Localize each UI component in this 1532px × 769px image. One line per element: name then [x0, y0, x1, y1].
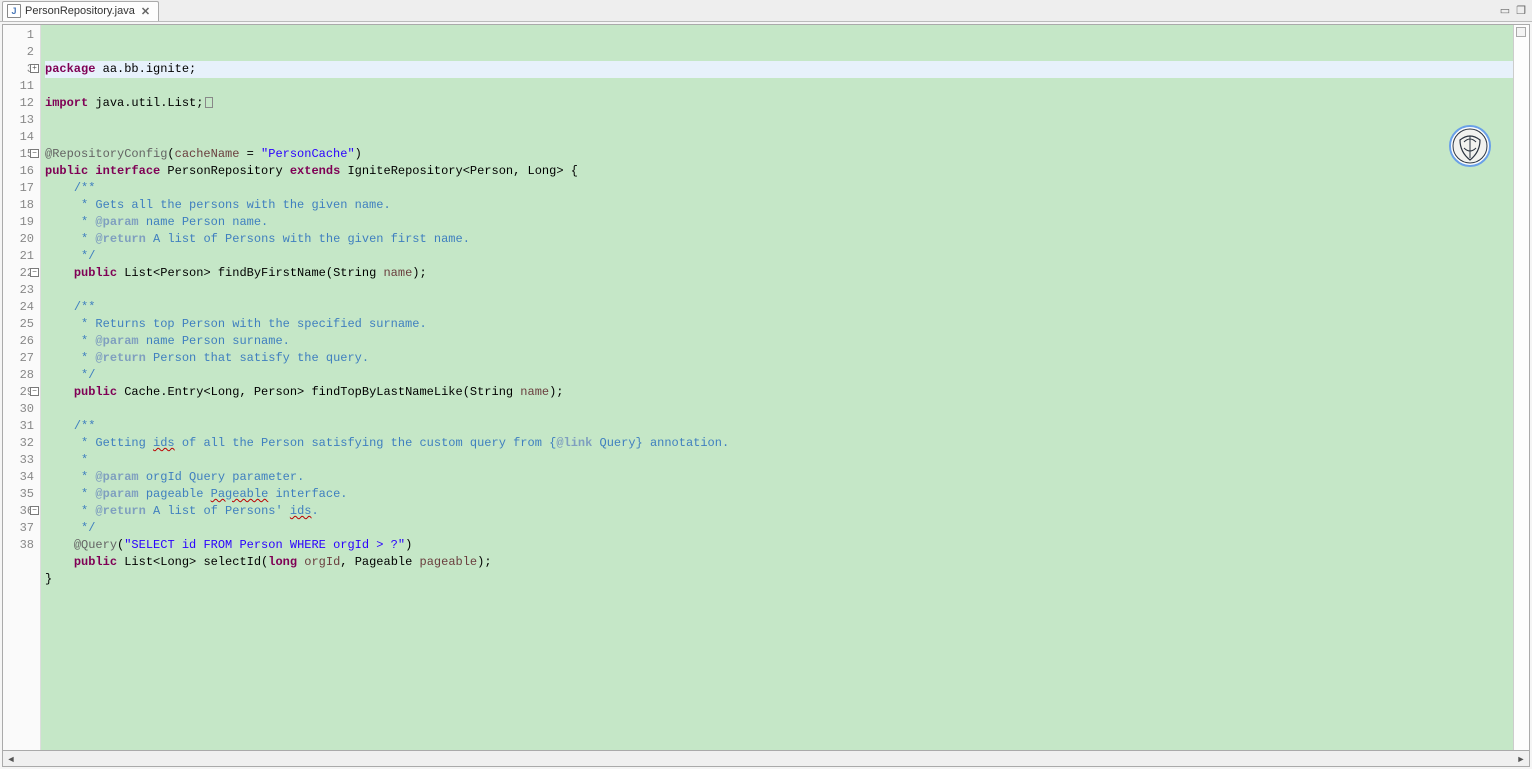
fold-expand-icon[interactable]: +	[30, 64, 39, 73]
code-line[interactable]	[45, 78, 1513, 95]
code-line[interactable]: public List<Long> selectId(long orgId, P…	[45, 554, 1513, 571]
code-line[interactable]: *	[45, 452, 1513, 469]
code-line[interactable]	[45, 129, 1513, 146]
line-number: 14	[3, 129, 34, 146]
line-number: 25	[3, 316, 34, 333]
overview-ruler-indicator	[1516, 27, 1526, 37]
line-number: 34	[3, 469, 34, 486]
code-line[interactable]: */	[45, 248, 1513, 265]
horizontal-scrollbar[interactable]: ◄ ►	[2, 751, 1530, 767]
line-number: 3+	[3, 61, 34, 78]
line-number: 17	[3, 180, 34, 197]
code-line[interactable]: public interface PersonRepository extend…	[45, 163, 1513, 180]
tab-personrepository[interactable]: J PersonRepository.java ✕	[2, 1, 159, 21]
code-line[interactable]: * @return A list of Persons with the giv…	[45, 231, 1513, 248]
line-number: 32	[3, 435, 34, 452]
line-number: 23	[3, 282, 34, 299]
profile-avatar-icon[interactable]	[1449, 125, 1491, 167]
code-line[interactable]: /**	[45, 180, 1513, 197]
line-number: 22−	[3, 265, 34, 282]
code-line[interactable]	[45, 112, 1513, 129]
line-number: 33	[3, 452, 34, 469]
code-line[interactable]: * @param pageable Pageable interface.	[45, 486, 1513, 503]
code-line[interactable]: public List<Person> findByFirstName(Stri…	[45, 265, 1513, 282]
line-number: 36−	[3, 503, 34, 520]
code-line[interactable]: @RepositoryConfig(cacheName = "PersonCac…	[45, 146, 1513, 163]
line-number: 31	[3, 418, 34, 435]
code-line[interactable]: }	[45, 571, 1513, 588]
code-line[interactable]: public Cache.Entry<Long, Person> findTop…	[45, 384, 1513, 401]
code-line[interactable]	[45, 282, 1513, 299]
line-number: 24	[3, 299, 34, 316]
line-number: 28	[3, 367, 34, 384]
java-file-icon: J	[7, 4, 21, 18]
code-line[interactable]: /**	[45, 299, 1513, 316]
line-number: 35	[3, 486, 34, 503]
line-number: 38	[3, 537, 34, 554]
minimize-icon[interactable]: ▭	[1500, 4, 1510, 17]
code-line[interactable]: * @param name Person surname.	[45, 333, 1513, 350]
line-number: 1	[3, 27, 34, 44]
code-line[interactable]: /**	[45, 418, 1513, 435]
folded-region-icon[interactable]	[205, 97, 213, 108]
maximize-icon[interactable]: ❐	[1516, 4, 1526, 17]
fold-collapse-icon[interactable]: −	[30, 387, 39, 396]
line-number: 27	[3, 350, 34, 367]
editor-tabbar: J PersonRepository.java ✕ ▭ ❐	[0, 0, 1532, 22]
code-line[interactable]	[45, 401, 1513, 418]
line-number-gutter: 123+1112131415−16171819202122−2324252627…	[3, 25, 41, 750]
close-tab-icon[interactable]: ✕	[139, 5, 152, 18]
line-number: 29−	[3, 384, 34, 401]
code-line[interactable]: @Query("SELECT id FROM Person WHERE orgI…	[45, 537, 1513, 554]
tabbar-actions: ▭ ❐	[1500, 4, 1532, 17]
line-number: 13	[3, 112, 34, 129]
line-number: 12	[3, 95, 34, 112]
code-line[interactable]: package aa.bb.ignite;	[45, 61, 1513, 78]
code-line[interactable]: * @param name Person name.	[45, 214, 1513, 231]
code-line[interactable]: * Gets all the persons with the given na…	[45, 197, 1513, 214]
code-line[interactable]: */	[45, 520, 1513, 537]
fold-collapse-icon[interactable]: −	[30, 149, 39, 158]
line-number: 20	[3, 231, 34, 248]
line-number: 26	[3, 333, 34, 350]
code-line[interactable]: * Returns top Person with the specified …	[45, 316, 1513, 333]
fold-collapse-icon[interactable]: −	[30, 268, 39, 277]
code-line[interactable]: * @return A list of Persons' ids.	[45, 503, 1513, 520]
code-area[interactable]: package aa.bb.ignite; import java.util.L…	[41, 25, 1513, 750]
line-number: 19	[3, 214, 34, 231]
code-line[interactable]: */	[45, 367, 1513, 384]
line-number: 18	[3, 197, 34, 214]
line-number: 11	[3, 78, 34, 95]
code-line[interactable]: * Getting ids of all the Person satisfyi…	[45, 435, 1513, 452]
line-number: 37	[3, 520, 34, 537]
scroll-left-icon[interactable]: ◄	[3, 752, 19, 766]
line-number: 15−	[3, 146, 34, 163]
code-line[interactable]: * @return Person that satisfy the query.	[45, 350, 1513, 367]
fold-collapse-icon[interactable]: −	[30, 506, 39, 515]
tab-label: PersonRepository.java	[25, 5, 135, 17]
overview-ruler[interactable]	[1513, 25, 1529, 750]
scroll-right-icon[interactable]: ►	[1513, 752, 1529, 766]
line-number: 21	[3, 248, 34, 265]
line-number: 16	[3, 163, 34, 180]
code-line[interactable]: * @param orgId Query parameter.	[45, 469, 1513, 486]
line-number: 2	[3, 44, 34, 61]
code-editor: 123+1112131415−16171819202122−2324252627…	[2, 24, 1530, 751]
line-number: 30	[3, 401, 34, 418]
code-line[interactable]: import java.util.List;	[45, 95, 1513, 112]
